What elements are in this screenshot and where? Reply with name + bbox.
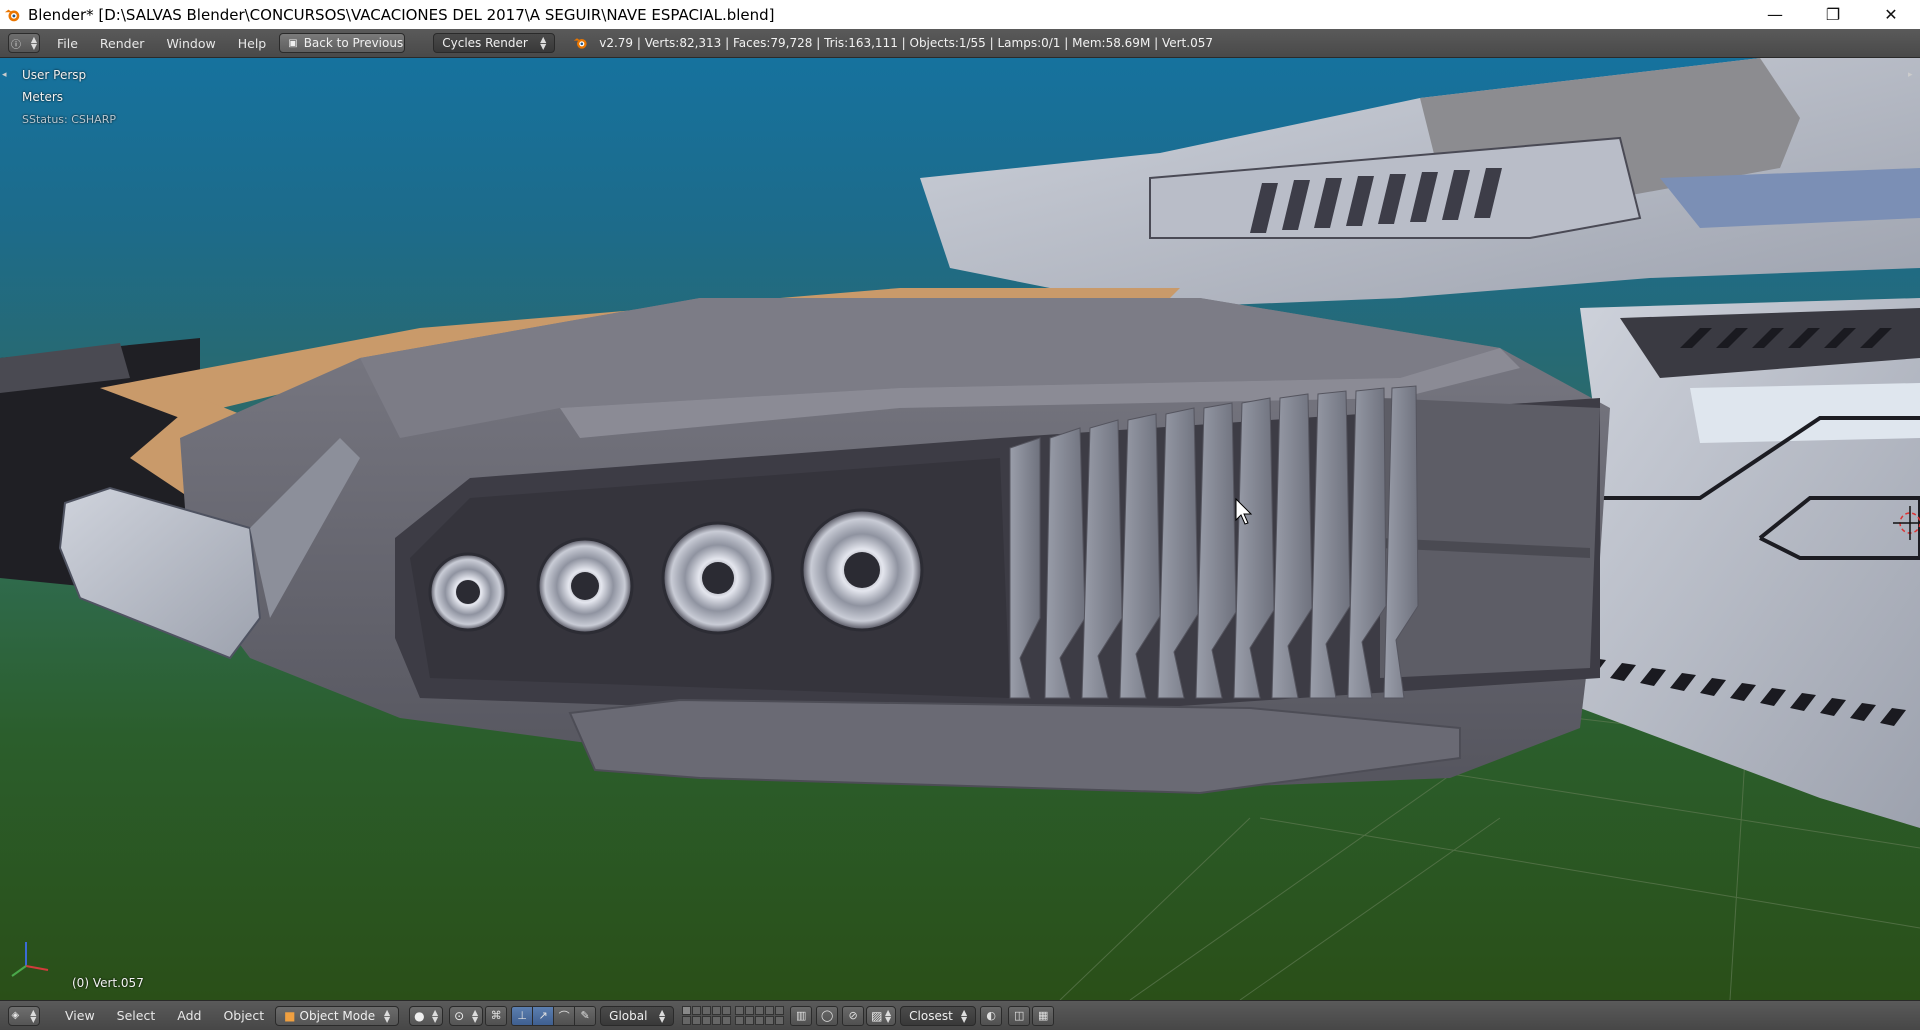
window-title-bar: Blender* [D:\SALVAS Blender\CONCURSOS\VA… (0, 0, 1920, 29)
rotate-arrow-icon: ↗ (538, 1009, 548, 1022)
updown-arrows-icon: ▲ ▼ (432, 1007, 439, 1024)
pivot-icon: ⊙ (454, 1008, 465, 1023)
menu-object[interactable]: Object (212, 1008, 275, 1023)
snap-element-dropdown[interactable]: ▨ ▲ ▼ (866, 1005, 897, 1026)
opengl-render-animation-button[interactable]: ▦ (1032, 1005, 1055, 1026)
mode-dropdown[interactable]: ■ Object Mode ▲ ▼ (275, 1005, 400, 1026)
updown-arrows-icon: ▲ ▼ (540, 35, 547, 51)
info-icon: ⓘ (10, 39, 21, 51)
menu-help[interactable]: Help (227, 36, 278, 51)
arrow-axes-icon: ⊥ (517, 1009, 527, 1022)
blender-logo-icon (4, 9, 20, 21)
snap-toggle[interactable]: ⊘ (842, 1005, 865, 1026)
opengl-render-image-button[interactable]: ◫ (1008, 1005, 1031, 1026)
screen-icon: ▣ (288, 37, 298, 49)
render-layer-button[interactable]: ▥ (790, 1005, 813, 1026)
units-label: Meters (22, 90, 64, 104)
scene-statistics: v2.79 | Verts:82,313 | Faces:79,728 | Tr… (599, 36, 1213, 50)
updown-arrows-icon: ▲ ▼ (961, 1007, 968, 1024)
axis-orientation-widget (11, 942, 49, 977)
orientation-value: Global (609, 1008, 648, 1023)
snap-element-icon: ▨ (871, 1008, 883, 1023)
updown-arrows-icon: ▲ ▼ (30, 1007, 37, 1024)
viewport-header: ◈ ▲ ▼ View Select Add Object ■ Object Mod… (0, 1000, 1920, 1030)
menu-window[interactable]: Window (155, 36, 226, 51)
info-header: ⓘ ▲ ▼ File Render Window Help ▣ Back to P… (0, 29, 1920, 58)
spaceship-model (0, 58, 1920, 1000)
3d-view-icon: ◈ (11, 1010, 20, 1021)
object-mode-icon: ■ (284, 1008, 296, 1023)
scene-layers[interactable] (682, 1006, 732, 1025)
scale-manipulator[interactable]: ⌒ (553, 1005, 576, 1026)
3d-viewport[interactable]: User Persp Meters SStatus: CSHARP ◂ ▸ (0… (0, 58, 1920, 1000)
back-to-previous-button[interactable]: ▣ Back to Previous (279, 33, 406, 53)
menu-view[interactable]: View (54, 1008, 106, 1023)
active-object-label: (0) Vert.057 (72, 976, 144, 990)
align-rotation-icon: ◐ (986, 1009, 996, 1022)
properties-shelf-toggle[interactable]: ▸ (1908, 70, 1918, 80)
snap-target-dropdown[interactable]: Closest ▲ ▼ (900, 1005, 977, 1026)
magnet-icon: ⊘ (848, 1009, 858, 1022)
snap-rotation-toggle[interactable]: ◐ (980, 1005, 1003, 1026)
film-icon: ▦ (1037, 1009, 1049, 1022)
close-button[interactable]: ✕ (1862, 0, 1920, 29)
pivot-point-dropdown[interactable]: ⊙ ▲ ▼ (449, 1005, 484, 1026)
snap-target-value: Closest (909, 1008, 953, 1023)
back-to-previous-label: Back to Previous (303, 36, 404, 50)
pen-icon: ✎ (580, 1009, 590, 1022)
translate-manipulator[interactable]: ⊥ (511, 1005, 534, 1026)
mode-value: Object Mode (299, 1008, 376, 1023)
view-name: User Persp (22, 68, 87, 82)
menu-render[interactable]: Render (89, 36, 156, 51)
combined-manipulator[interactable]: ✎ (574, 1005, 597, 1026)
updown-arrows-icon: ▲ ▼ (472, 1007, 479, 1024)
updown-arrows-icon: ▲ ▼ (384, 1007, 391, 1024)
editor-type-button[interactable]: ◈ ▲ ▼ (8, 1005, 40, 1026)
menu-file[interactable]: File (46, 36, 89, 51)
render-engine-value: Cycles Render (442, 36, 528, 50)
proportional-circle-icon: ◯ (821, 1009, 834, 1022)
rotate-manipulator[interactable]: ↗ (532, 1005, 555, 1026)
manipulator-icon: ⌘ (490, 1009, 502, 1022)
tool-shelf-toggle[interactable]: ◂ (2, 70, 12, 80)
camera-icon: ◫ (1013, 1009, 1025, 1022)
editor-type-button[interactable]: ⓘ ▲ ▼ (8, 33, 40, 53)
right-hull-panel (1560, 298, 1920, 828)
menu-add[interactable]: Add (166, 1008, 212, 1023)
scene-layers-2[interactable] (735, 1006, 785, 1025)
solid-shading-icon: ● (414, 1008, 425, 1023)
updown-arrows-icon: ▲ ▼ (30, 35, 38, 51)
render-layer-icon: ▥ (795, 1009, 807, 1022)
manipulator-toggle[interactable]: ⌘ (485, 1005, 508, 1026)
viewport-shading-dropdown[interactable]: ● ▲ ▼ (409, 1005, 444, 1026)
render-engine-dropdown[interactable]: Cycles Render ▲ ▼ (433, 33, 556, 53)
minimize-button[interactable]: — (1746, 0, 1804, 29)
blender-logo-icon (574, 38, 587, 49)
menu-select[interactable]: Select (106, 1008, 167, 1023)
maximize-button[interactable]: ❐ (1804, 0, 1862, 29)
scale-arc-icon: ⌒ (558, 1009, 570, 1023)
transform-orientation-dropdown[interactable]: Global ▲ ▼ (600, 1005, 675, 1026)
updown-arrows-icon: ▲ ▼ (659, 1007, 666, 1024)
window-title: Blender* [D:\SALVAS Blender\CONCURSOS\VA… (28, 5, 775, 24)
proportional-edit-button[interactable]: ◯ (816, 1005, 839, 1026)
status-label: SStatus: CSHARP (22, 113, 116, 126)
updown-arrows-icon: ▲ ▼ (885, 1007, 892, 1024)
